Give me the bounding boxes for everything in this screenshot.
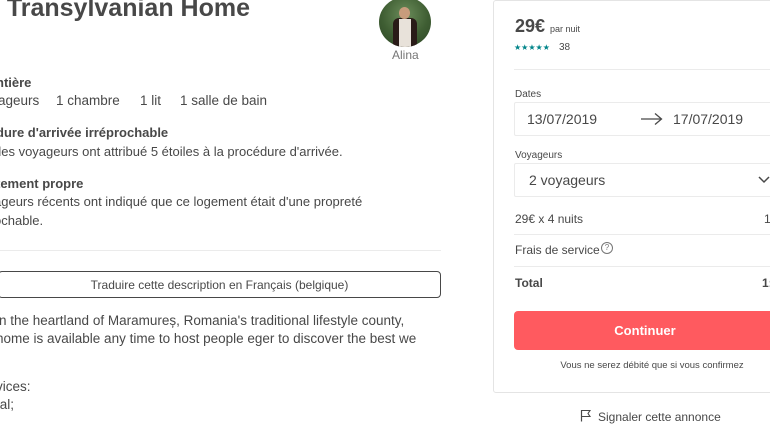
dates-label: Dates (515, 89, 542, 100)
stat-bedrooms: 1 chambre (56, 93, 120, 108)
arrow-right-icon (641, 113, 663, 125)
rating-stars: ★★★★★ (514, 43, 550, 52)
stat-beds: 1 lit (140, 93, 162, 108)
listing-details: y Transylvanian Home Alina ntière ageurs… (0, 0, 470, 433)
card-divider (514, 266, 770, 267)
price-unit: par nuit (550, 24, 581, 34)
highlight-checkin-title: dure d'arrivée irréprochable (0, 125, 169, 140)
listing-type-title: ntière (0, 75, 32, 90)
flag-icon[interactable] (580, 409, 592, 422)
chevron-down-icon[interactable] (758, 176, 770, 184)
nightly-breakdown: 29€ x 4 nuits (515, 212, 584, 226)
continue-button[interactable]: Continuer (514, 311, 770, 350)
stat-bathrooms: 1 salle de bain (180, 93, 268, 108)
highlight-clean-title: tement propre (0, 176, 84, 191)
translate-button[interactable]: Traduire cette description en Français (… (0, 271, 441, 298)
guests-value[interactable]: 2 voyageurs (529, 172, 605, 188)
check-out-date[interactable]: 17/07/2019 (673, 111, 743, 127)
highlight-clean-text-1: ageurs récents ont indiqué que ce logeme… (0, 194, 363, 209)
report-listing-link[interactable]: Signaler cette annonce (598, 410, 721, 424)
avatar-figure-head (399, 7, 410, 19)
stat-guests: ageurs (0, 93, 40, 108)
avatar-figure-shirt (399, 19, 411, 47)
description-line-5: tal; (0, 397, 15, 412)
review-count[interactable]: 38 (559, 42, 570, 53)
section-divider (0, 250, 441, 251)
description-line-1: in the heartland of Maramureș, Romania's… (0, 313, 405, 328)
nightly-breakdown-value: 1 (764, 212, 770, 226)
charge-note: Vous ne serez débité que si vous confirm… (560, 360, 744, 371)
highlight-checkin-text: des voyageurs ont attribué 5 étoiles à l… (0, 144, 343, 159)
nightly-price: 29€ (515, 16, 546, 36)
total-label: Total (515, 276, 543, 290)
highlight-clean-text-2: ochable. (0, 213, 44, 228)
host-avatar[interactable] (379, 0, 431, 47)
card-divider (514, 69, 770, 70)
check-in-date[interactable]: 13/07/2019 (527, 111, 597, 127)
service-fee-label: Frais de service (515, 243, 600, 257)
description-line-2: home is available any time to host peopl… (0, 331, 417, 346)
help-circle-icon[interactable]: ? (601, 242, 613, 254)
card-divider (514, 234, 770, 235)
host-name[interactable]: Alina (392, 48, 419, 62)
guests-label: Voyageurs (515, 150, 563, 161)
total-value: 1: (762, 276, 770, 290)
listing-title: y Transylvanian Home (0, 0, 251, 22)
description-line-4: vices: (0, 379, 31, 394)
